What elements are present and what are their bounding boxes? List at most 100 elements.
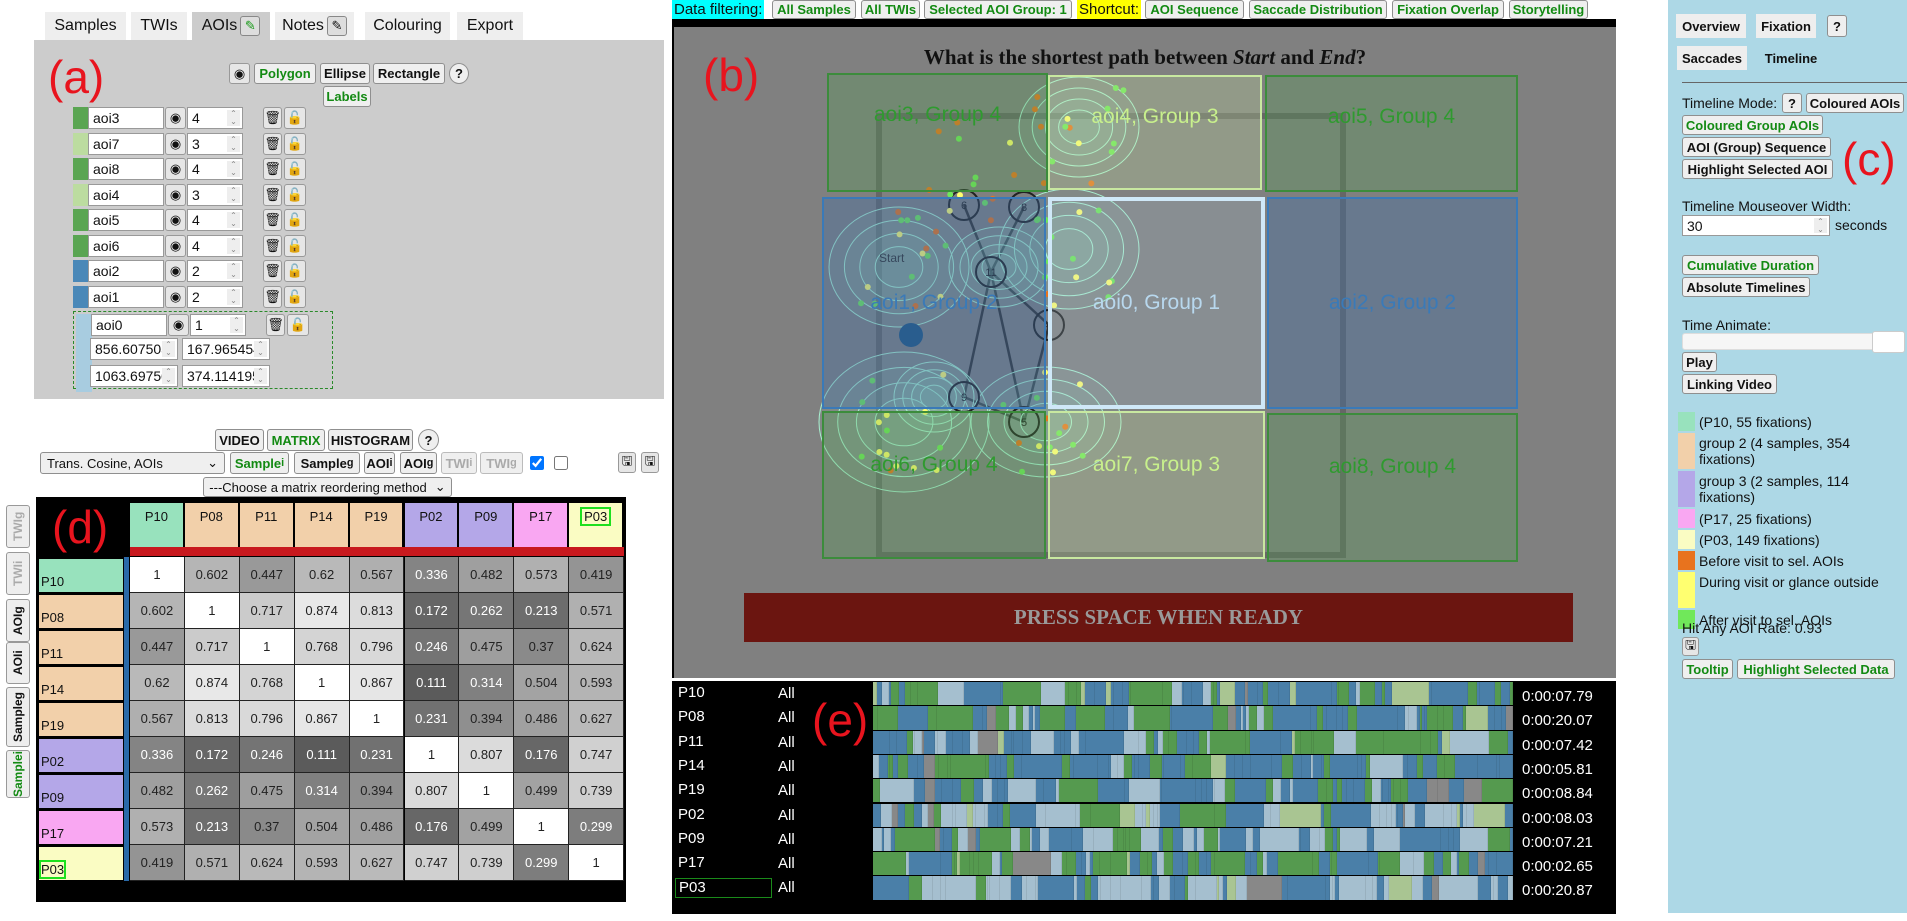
timeline-bar[interactable] bbox=[873, 852, 1513, 876]
option-checkbox-1[interactable] bbox=[530, 456, 544, 470]
side-tab-samplei[interactable]: Samplei bbox=[6, 750, 30, 798]
side-tab-aoig[interactable]: AOIg bbox=[6, 599, 30, 642]
timeline-bar[interactable] bbox=[873, 876, 1513, 900]
matrix-cell[interactable]: 0.807 bbox=[459, 737, 515, 773]
matrix-cell[interactable]: 0.717 bbox=[239, 593, 295, 629]
matrix-cell[interactable]: 0.111 bbox=[294, 737, 350, 773]
aoi-group-input[interactable]: 4 ⌃ ⌄ bbox=[187, 234, 243, 257]
aoi-color-swatch[interactable] bbox=[73, 132, 89, 155]
aoi-overlay-aoi7[interactable]: aoi7, Group 3 bbox=[1048, 411, 1265, 559]
twi-g-button[interactable]: TWI g bbox=[480, 452, 523, 474]
column-header[interactable]: P11 bbox=[239, 503, 293, 547]
matrix-cell[interactable]: 0.262 bbox=[184, 773, 240, 809]
edit-icon[interactable]: ✎ bbox=[240, 16, 261, 36]
aoi-name-input[interactable]: aoi3 bbox=[88, 107, 164, 129]
trash-icon[interactable]: 🗑 bbox=[263, 183, 282, 206]
matrix-cell[interactable]: 0.602 bbox=[184, 557, 240, 593]
column-header[interactable]: P02 bbox=[404, 503, 458, 547]
matrix-cell[interactable]: 0.419 bbox=[130, 845, 185, 881]
spinner[interactable]: ⌃ ⌄ bbox=[227, 186, 240, 203]
aoi-color-swatch[interactable] bbox=[73, 158, 89, 180]
aoi-group-input[interactable]: 4 ⌃ ⌄ bbox=[187, 107, 243, 129]
labels-button[interactable]: Labels bbox=[323, 86, 371, 107]
matrix-cell[interactable]: 0.213 bbox=[514, 593, 570, 629]
matrix-cell[interactable]: 0.624 bbox=[569, 629, 625, 665]
matrix-cell[interactable]: 0.573 bbox=[130, 809, 185, 845]
play-button[interactable]: Play bbox=[1682, 352, 1717, 372]
matrix-cell[interactable]: 0.747 bbox=[569, 737, 625, 773]
matrix-cell[interactable]: 0.813 bbox=[349, 593, 405, 629]
matrix-cell[interactable]: 0.447 bbox=[130, 629, 185, 665]
coloured-group-aois-button[interactable]: Coloured Group AOIs bbox=[1682, 115, 1823, 135]
tab-export[interactable]: Export bbox=[457, 12, 523, 40]
aoi-group-input[interactable]: 2 ⌃ ⌄ bbox=[187, 260, 243, 282]
aoi-group-input[interactable]: 4 ⌃ ⌄ bbox=[187, 158, 243, 180]
matrix-cell[interactable]: 0.246 bbox=[404, 629, 460, 665]
timeline-row-id[interactable]: P17 bbox=[675, 854, 772, 874]
matrix-cell[interactable]: 0.299 bbox=[569, 809, 625, 845]
eye-icon[interactable]: ◉ bbox=[165, 209, 186, 231]
matrix-cell[interactable]: 0.246 bbox=[239, 737, 295, 773]
aoi-name-input[interactable]: aoi7 bbox=[88, 132, 164, 155]
matrix-cell[interactable]: 0.475 bbox=[459, 629, 515, 665]
aoi-color-swatch[interactable] bbox=[73, 234, 89, 257]
trash-icon[interactable]: 🗑 bbox=[263, 209, 282, 231]
matrix-cell[interactable]: 0.336 bbox=[404, 557, 460, 593]
eye-icon[interactable]: ◉ bbox=[165, 183, 186, 206]
all-twis-button[interactable]: All TWIs bbox=[861, 0, 920, 19]
aoi-y1-input[interactable]: 167.965454 ⌃ ⌄ bbox=[182, 338, 270, 360]
eye-icon[interactable]: ◉ bbox=[168, 314, 189, 336]
aoi-name-input[interactable]: aoi6 bbox=[88, 234, 164, 257]
matrix-cell[interactable]: 0.419 bbox=[569, 557, 625, 593]
row-header[interactable]: P08 bbox=[39, 595, 123, 628]
spinner[interactable]: ⌃ ⌄ bbox=[254, 341, 267, 357]
stimulus-view[interactable]: What is the shortest path between Start … bbox=[672, 19, 1616, 678]
matrix-cell[interactable]: 0.314 bbox=[294, 773, 350, 809]
edit-icon[interactable]: ✎ bbox=[326, 16, 347, 36]
timeline-row-id[interactable]: P19 bbox=[675, 781, 772, 801]
row-header[interactable]: P09 bbox=[39, 775, 123, 808]
aoi-overlay-aoi2[interactable]: aoi2, Group 2 bbox=[1267, 197, 1518, 409]
timeline-row-id[interactable]: P14 bbox=[675, 757, 772, 777]
aoi-name-input[interactable]: aoi2 bbox=[88, 260, 164, 282]
row-header[interactable]: P02 bbox=[39, 739, 123, 772]
saccade-distribution-button[interactable]: Saccade Distribution bbox=[1249, 0, 1387, 19]
side-tab-aoii[interactable]: AOIi bbox=[6, 642, 30, 684]
row-header[interactable]: P11 bbox=[39, 631, 123, 664]
unlock-icon[interactable]: 🔓 bbox=[284, 132, 306, 155]
aoi-color-swatch[interactable] bbox=[73, 260, 89, 282]
aoi-x2-input[interactable]: 1063.69750 ⌃ ⌄ bbox=[90, 365, 178, 387]
matrix-cell[interactable]: 0.571 bbox=[184, 845, 240, 881]
unlock-icon[interactable]: 🔓 bbox=[284, 285, 306, 308]
matrix-cell[interactable]: 0.573 bbox=[514, 557, 570, 593]
eye-icon[interactable]: ◉ bbox=[165, 285, 186, 308]
tab-overview[interactable]: Overview bbox=[1676, 14, 1746, 38]
linking-video-button[interactable]: Linking Video bbox=[1682, 374, 1777, 394]
help-icon[interactable]: ? bbox=[418, 429, 439, 451]
matrix-cell[interactable]: 0.299 bbox=[514, 845, 570, 881]
spinner[interactable]: ⌃ ⌄ bbox=[227, 110, 240, 126]
matrix-cell[interactable]: 0.567 bbox=[130, 701, 185, 737]
timeline-bar[interactable] bbox=[873, 754, 1513, 779]
matrix-cell[interactable]: 0.813 bbox=[184, 701, 240, 737]
matrix-cell[interactable]: 0.499 bbox=[514, 773, 570, 809]
timeline-row-id[interactable]: P09 bbox=[675, 830, 772, 850]
tab-fixation[interactable]: Fixation bbox=[1756, 14, 1816, 38]
matrix-cell[interactable]: 0.739 bbox=[459, 845, 515, 881]
aoi-overlay-aoi3[interactable]: aoi3, Group 4 bbox=[827, 73, 1048, 192]
aoi-name-input[interactable]: aoi4 bbox=[88, 183, 164, 206]
selected-aoi-group-button[interactable]: Selected AOI Group: 1 bbox=[924, 0, 1072, 19]
matrix-cell[interactable]: 0.567 bbox=[349, 557, 405, 593]
sample-g-button[interactable]: Sample g bbox=[294, 452, 360, 474]
timeline-row-id[interactable]: P10 bbox=[675, 684, 772, 704]
highlight-selected-data-button[interactable]: Highlight Selected Data bbox=[1737, 659, 1895, 679]
matrix-cell[interactable]: 0.627 bbox=[349, 845, 405, 881]
matrix-cell[interactable]: 0.867 bbox=[349, 665, 405, 701]
timeline-row-id[interactable]: P11 bbox=[675, 733, 772, 753]
matrix-cell[interactable]: 0.176 bbox=[404, 809, 460, 845]
matrix-cell[interactable]: 0.336 bbox=[130, 737, 185, 773]
trash-icon[interactable]: 🗑 bbox=[263, 158, 282, 180]
aoi-color-swatch[interactable] bbox=[73, 183, 89, 206]
spinner[interactable]: ⌃ ⌄ bbox=[227, 263, 240, 279]
timeline-row-id[interactable]: P08 bbox=[675, 708, 772, 728]
